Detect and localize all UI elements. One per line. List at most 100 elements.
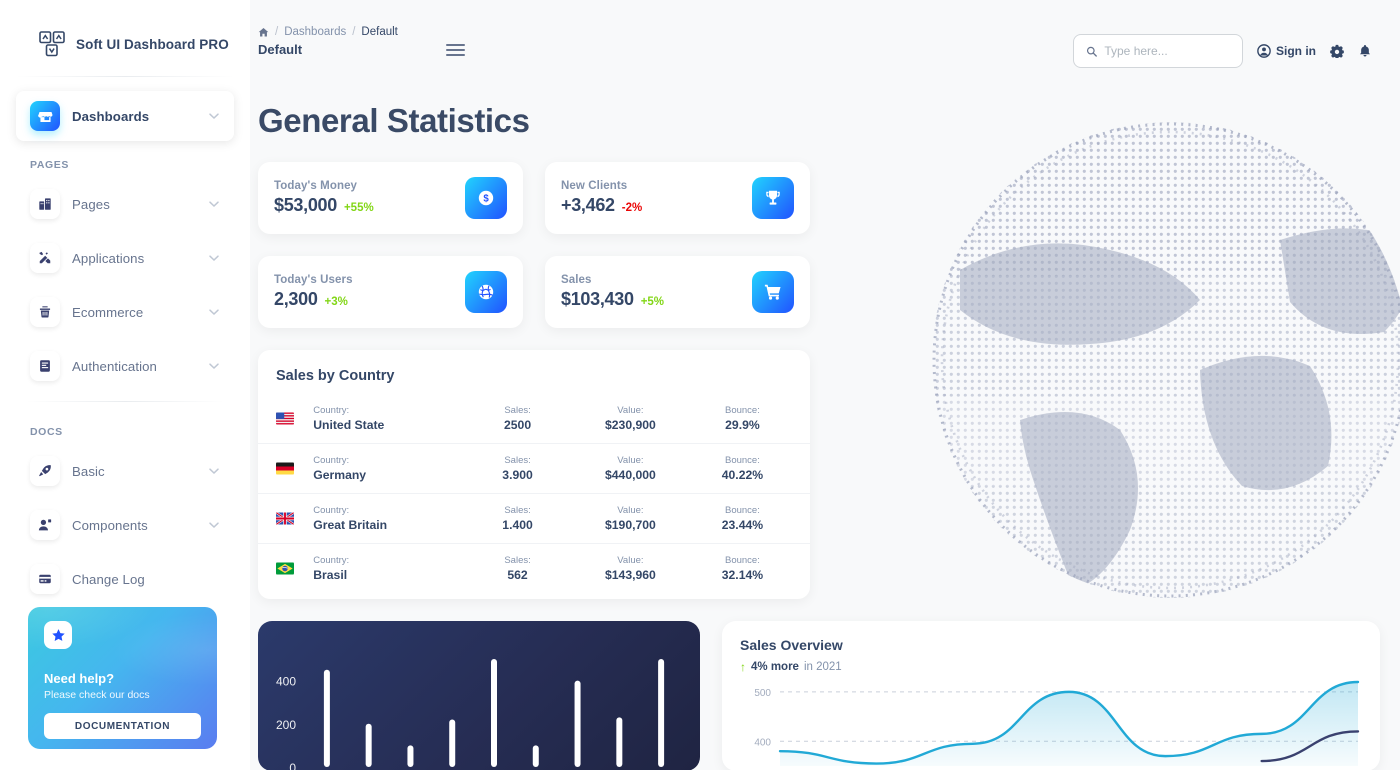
chevron-down-icon — [209, 309, 219, 316]
table-row[interactable]: Country: United State Sales: 2500 Value:… — [258, 394, 810, 444]
br-flag-icon — [276, 562, 294, 575]
sidebar-nav: Dashboards PAGES Pages Applications Ecom… — [0, 77, 250, 604]
chevron-down-icon — [209, 522, 219, 529]
top-navbar: / Dashboards / Default Default Type here… — [250, 0, 1400, 68]
stat-delta: +3% — [324, 296, 348, 308]
arrow-up-icon: ↑ — [740, 660, 746, 674]
stat-label: Today's Money — [274, 180, 358, 192]
home-icon[interactable] — [258, 27, 269, 38]
breadcrumb: / Dashboards / Default Default — [258, 26, 398, 57]
sidebar-item-applications[interactable]: Applications — [16, 233, 234, 283]
search-input[interactable] — [1073, 34, 1243, 68]
cell-label: Bounce: — [724, 505, 760, 516]
stat-label: New Clients — [561, 180, 628, 192]
sales-by-country-title: Sales by Country — [276, 368, 395, 384]
sidebar: Soft UI Dashboard PRO Dashboards PAGES P… — [0, 0, 250, 770]
chevron-down-icon — [209, 201, 219, 208]
cell-bounce: 32.14% — [721, 568, 764, 582]
cell-label: Bounce: — [724, 555, 760, 566]
svg-text:0: 0 — [289, 761, 296, 770]
stat-card-new-clients[interactable]: New Clients +3,462 -2% — [545, 162, 810, 234]
sales-by-country-card: Sales by Country Country: United State S… — [258, 350, 810, 599]
sidebar-item-dashboards[interactable]: Dashboards — [16, 91, 234, 141]
office-icon — [30, 189, 60, 219]
cell-label: Sales: — [504, 405, 531, 416]
navbar-right: Sign in — [1073, 34, 1372, 68]
gear-icon[interactable] — [1330, 44, 1344, 58]
table-row[interactable]: Country: Great Britain Sales: 1.400 Valu… — [258, 493, 810, 544]
sales-overview-subtitle: ↑ 4% more in 2021 — [740, 660, 1362, 674]
stat-delta: +5% — [640, 296, 665, 308]
sidebar-item-label: Ecommerce — [72, 304, 144, 320]
de-flag-icon — [276, 462, 294, 475]
documentation-button[interactable]: DOCUMENTATION — [44, 713, 201, 739]
cell-bounce: 40.22% — [721, 468, 764, 482]
stat-card-todays-users[interactable]: Today's Users 2,300 +3% — [258, 256, 523, 328]
cell-label: Sales: — [504, 555, 531, 566]
rocket-icon — [30, 456, 60, 486]
gb-flag-icon — [276, 512, 294, 525]
stat-label: Sales — [561, 274, 592, 286]
sidebar-item-label: Change Log — [72, 571, 145, 587]
star-icon — [44, 621, 72, 649]
hamburger-icon[interactable] — [445, 44, 465, 56]
subtitle-percent: 4% more — [751, 661, 799, 673]
search-field[interactable] — [1104, 44, 1230, 58]
stat-value: $103,430 — [561, 289, 634, 309]
sales-overview-title: Sales Overview — [740, 637, 843, 653]
user-circle-icon — [1257, 44, 1271, 58]
stat-cards: Today's Money $53,000 +55% $ New Clients — [258, 162, 810, 328]
shop-icon — [30, 101, 60, 131]
breadcrumb-dashboards[interactable]: Dashboards — [284, 26, 346, 38]
cell-value: $440,000 — [604, 468, 656, 482]
table-row[interactable]: Country: Brasil Sales: 562 Value: $143,9… — [258, 544, 810, 594]
sidebar-item-basic[interactable]: Basic — [16, 446, 234, 496]
stat-delta: -2% — [621, 202, 643, 214]
stat-value: 2,300 — [274, 289, 318, 309]
cell-sales: 1.400 — [502, 518, 533, 532]
breadcrumb-separator: / — [352, 26, 356, 38]
cell-label: Bounce: — [724, 405, 760, 416]
cell-country: United State — [313, 418, 385, 432]
stat-value: $53,000 — [274, 195, 337, 215]
sidebar-item-pages[interactable]: Pages — [16, 179, 234, 229]
sidebar-item-label: Components — [72, 517, 148, 533]
brand[interactable]: Soft UI Dashboard PRO — [0, 0, 250, 76]
soft-ui-logo-icon — [38, 30, 66, 58]
cell-value: $190,700 — [604, 518, 656, 532]
svg-text:400: 400 — [276, 675, 296, 689]
stat-card-sales[interactable]: Sales $103,430 +5% — [545, 256, 810, 328]
brand-title: Soft UI Dashboard PRO — [76, 36, 229, 52]
sidebar-item-components[interactable]: Components — [16, 500, 234, 550]
cell-label: Bounce: — [724, 455, 760, 466]
stat-label: Today's Users — [274, 274, 353, 286]
card-icon — [30, 564, 60, 594]
bar-chart[interactable]: 400 200 0 — [258, 621, 700, 770]
cell-sales: 562 — [507, 568, 528, 582]
dollar-icon: $ — [465, 177, 507, 219]
sidebar-item-ecommerce[interactable]: Ecommerce — [16, 287, 234, 337]
cell-value: $230,900 — [604, 418, 656, 432]
chevron-down-icon — [209, 113, 219, 120]
sidebar-item-label: Applications — [72, 250, 145, 266]
sidebar-item-authentication[interactable]: Authentication — [16, 341, 234, 391]
cell-value: $143,960 — [604, 568, 656, 582]
trophy-icon — [752, 177, 794, 219]
basket-icon — [30, 297, 60, 327]
cell-country: Great Britain — [313, 518, 388, 532]
main-content: / Dashboards / Default Default Type here… — [250, 0, 1400, 770]
chevron-down-icon — [209, 468, 219, 475]
sidebar-item-label: Dashboards — [72, 108, 150, 124]
cell-sales: 2500 — [503, 418, 532, 432]
bell-icon[interactable] — [1358, 44, 1372, 58]
page-name: Default — [258, 42, 303, 57]
sidebar-item-change-log[interactable]: Change Log — [16, 554, 234, 604]
page-title: General Statistics — [258, 102, 530, 139]
cell-label: Value: — [617, 455, 644, 466]
sign-in-button[interactable]: Sign in — [1257, 44, 1316, 58]
line-chart[interactable]: 500 400 — [740, 674, 1362, 766]
svg-text:200: 200 — [276, 718, 296, 732]
user-plus-icon — [30, 510, 60, 540]
stat-card-todays-money[interactable]: Today's Money $53,000 +55% $ — [258, 162, 523, 234]
table-row[interactable]: Country: Germany Sales: 3.900 Value: $44… — [258, 443, 810, 494]
